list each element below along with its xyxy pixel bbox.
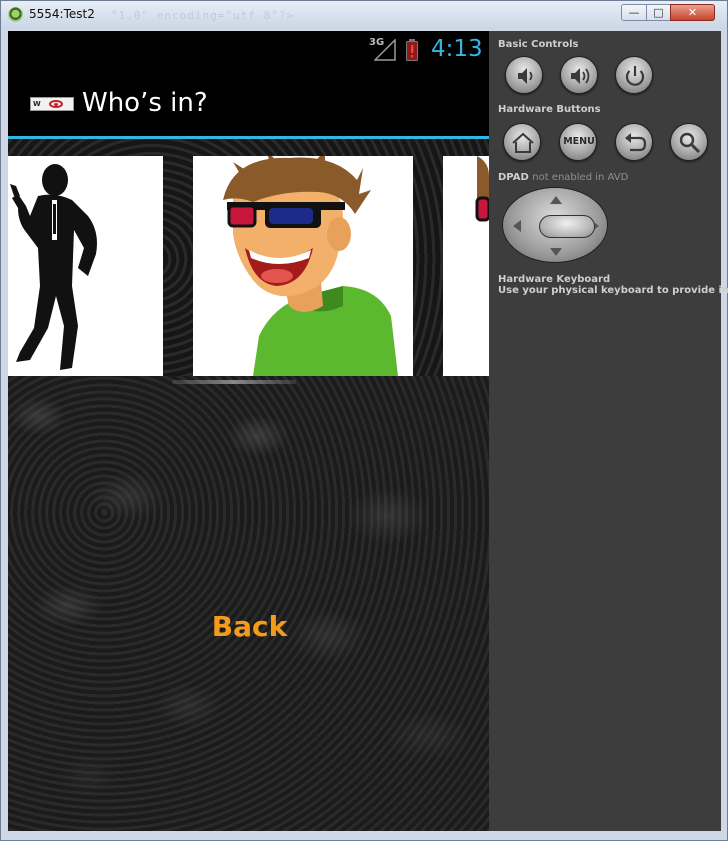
silhouette-man-photo xyxy=(8,156,163,376)
dpad-left-arrow-icon[interactable] xyxy=(513,220,521,232)
volume-down-button[interactable] xyxy=(505,56,543,94)
partial-photo xyxy=(443,156,489,376)
dpad-label: DPAD not enabled in AVD xyxy=(498,172,628,183)
hardware-back-button[interactable] xyxy=(615,123,653,161)
logo-wordmark: W xyxy=(33,100,41,108)
dpad-label-text: DPAD xyxy=(498,172,529,183)
window-bottom-border xyxy=(1,831,727,840)
hardware-keyboard-note: Use your physical keyboard to provide in… xyxy=(498,285,728,296)
title-bar: 5554:Test2 "1.0" encoding="utf-8"?> — □ … xyxy=(1,1,727,29)
gallery-scroll-indicator xyxy=(172,380,296,384)
status-clock: 4:13 xyxy=(431,36,483,62)
back-arrow-icon xyxy=(625,133,647,152)
cartoon-man-3d-glasses-photo xyxy=(193,156,413,376)
search-button[interactable] xyxy=(670,123,708,161)
maximize-button[interactable]: □ xyxy=(646,4,671,21)
emulator-app-icon xyxy=(8,7,23,22)
power-icon xyxy=(625,66,645,86)
action-bar: W Who’s in? xyxy=(8,67,489,136)
dpad-note: not enabled in AVD xyxy=(532,172,629,183)
photo-gallery[interactable] xyxy=(8,156,489,376)
gallery-item-partial[interactable] xyxy=(443,156,489,376)
volume-up-icon xyxy=(571,68,590,84)
logo-eye-icon xyxy=(49,100,63,108)
menu-button[interactable]: MENU xyxy=(559,123,597,161)
volume-down-icon xyxy=(518,68,533,84)
dpad-up-arrow-icon[interactable] xyxy=(550,196,562,204)
app-title: Who’s in? xyxy=(82,88,208,118)
basic-controls-label: Basic Controls xyxy=(498,39,579,50)
menu-button-label: MENU xyxy=(563,136,595,147)
search-icon xyxy=(679,132,701,154)
emulator-controls-panel: Basic Controls Hardware Buttons MENU DPA… xyxy=(489,31,728,831)
dpad-down-arrow-icon[interactable] xyxy=(550,248,562,256)
close-button[interactable]: ✕ xyxy=(670,4,715,21)
action-bar-divider xyxy=(8,136,489,139)
home-icon xyxy=(512,132,534,153)
power-button[interactable] xyxy=(615,56,653,94)
signal-icon xyxy=(374,39,396,61)
gallery-item-silhouette[interactable] xyxy=(8,156,163,376)
gallery-item-cartoon-man[interactable] xyxy=(193,156,413,376)
background-code-ghost-text: "1.0" encoding="utf-8"?> xyxy=(111,9,294,22)
home-button[interactable] xyxy=(503,123,541,161)
window-title: 5554:Test2 xyxy=(29,7,95,21)
back-button[interactable]: Back xyxy=(207,606,292,648)
dpad-center-button[interactable] xyxy=(539,215,595,238)
dpad-control[interactable] xyxy=(502,187,608,263)
device-screen[interactable]: 3G 4:13 W Who’s in? Back xyxy=(8,31,489,831)
hardware-buttons-label: Hardware Buttons xyxy=(498,104,601,115)
battery-alert-icon xyxy=(406,39,418,61)
wallpaper xyxy=(8,376,489,831)
app-logo-icon[interactable]: W xyxy=(30,97,74,111)
hardware-keyboard-label: Hardware Keyboard xyxy=(498,274,611,285)
status-bar: 3G 4:13 xyxy=(8,31,489,67)
minimize-button[interactable]: — xyxy=(621,4,647,21)
emulator-window: 5554:Test2 "1.0" encoding="utf-8"?> — □ … xyxy=(0,0,728,841)
volume-up-button[interactable] xyxy=(560,56,598,94)
